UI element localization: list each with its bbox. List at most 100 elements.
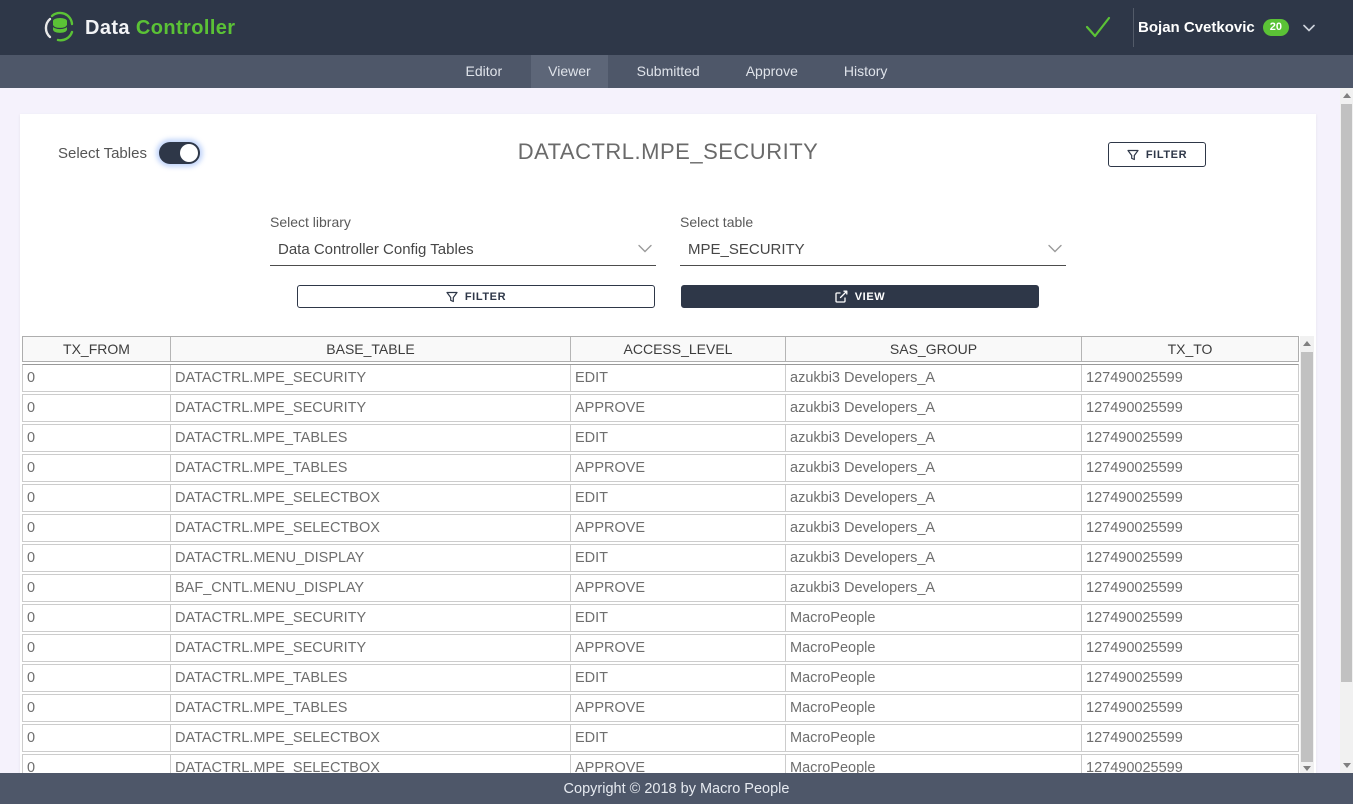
table-cell[interactable]: 0 [23,425,171,451]
column-header-access-level[interactable]: ACCESS_LEVEL [571,337,786,361]
table-cell[interactable]: 127490025599 [1082,605,1298,631]
table-cell[interactable]: 0 [23,755,171,775]
page-scrollbar-thumb[interactable] [1341,104,1352,682]
table-cell[interactable]: DATACTRL.MPE_SELECTBOX [171,755,571,775]
table-cell[interactable]: azukbi3 Developers_A [786,545,1082,571]
table-cell[interactable]: azukbi3 Developers_A [786,485,1082,511]
table-cell[interactable]: 0 [23,605,171,631]
user-menu[interactable]: Bojan Cvetkovic 20 [1138,0,1315,55]
table-select[interactable]: MPE_SECURITY [680,239,1066,266]
table-cell[interactable]: DATACTRL.MPE_SECURITY [171,365,571,391]
funnel-icon [1127,149,1139,161]
table-cell[interactable]: APPROVE [571,635,786,661]
table-cell[interactable]: EDIT [571,485,786,511]
table-cell[interactable]: azukbi3 Developers_A [786,395,1082,421]
table-cell[interactable]: 127490025599 [1082,425,1298,451]
table-cell[interactable]: 127490025599 [1082,665,1298,691]
table-cell[interactable]: EDIT [571,545,786,571]
scroll-up-icon[interactable] [1340,88,1353,103]
table-cell[interactable]: 127490025599 [1082,695,1298,721]
table-cell[interactable]: MacroPeople [786,695,1082,721]
filter-button-top[interactable]: FILTER [1108,142,1206,167]
table-cell[interactable]: 0 [23,575,171,601]
table-cell[interactable]: MacroPeople [786,725,1082,751]
table-select-field: Select table MPE_SECURITY [680,214,1066,266]
column-header-tx-to[interactable]: TX_TO [1082,337,1298,361]
table-cell[interactable]: EDIT [571,725,786,751]
table-cell[interactable]: azukbi3 Developers_A [786,365,1082,391]
table-cell[interactable]: MacroPeople [786,635,1082,661]
table-cell[interactable]: 127490025599 [1082,455,1298,481]
table-cell[interactable]: 127490025599 [1082,365,1298,391]
column-header-tx-from[interactable]: TX_FROM [23,337,171,361]
table-cell[interactable]: 127490025599 [1082,395,1298,421]
table-cell[interactable]: DATACTRL.MPE_SELECTBOX [171,485,571,511]
table-cell[interactable]: 0 [23,545,171,571]
table-cell[interactable]: APPROVE [571,455,786,481]
table-cell[interactable]: MacroPeople [786,605,1082,631]
table-cell[interactable]: 127490025599 [1082,485,1298,511]
database-logo-icon [44,11,76,45]
table-cell[interactable]: 0 [23,695,171,721]
table-cell[interactable]: DATACTRL.MPE_SELECTBOX [171,725,571,751]
table-cell[interactable]: DATACTRL.MPE_SECURITY [171,395,571,421]
table-cell[interactable]: DATACTRL.MPE_SECURITY [171,635,571,661]
grid-header-row: TX_FROM BASE_TABLE ACCESS_LEVEL SAS_GROU… [22,336,1299,362]
column-header-sas-group[interactable]: SAS_GROUP [786,337,1082,361]
table-cell[interactable]: 0 [23,635,171,661]
app-logo[interactable]: Data Controller [44,11,235,45]
funnel-icon [446,291,458,303]
table-cell[interactable]: 127490025599 [1082,545,1298,571]
table-cell[interactable]: 127490025599 [1082,575,1298,601]
table-cell[interactable]: MacroPeople [786,665,1082,691]
table-cell[interactable]: 0 [23,365,171,391]
view-button[interactable]: VIEW [681,285,1039,308]
filter-button[interactable]: FILTER [297,285,655,308]
table-cell[interactable]: 0 [23,665,171,691]
tab-history[interactable]: History [827,55,905,88]
page-scrollbar[interactable] [1340,88,1353,773]
table-cell[interactable]: azukbi3 Developers_A [786,575,1082,601]
table-cell[interactable]: azukbi3 Developers_A [786,515,1082,541]
scroll-down-icon[interactable] [1340,758,1353,773]
scroll-up-icon[interactable] [1300,336,1314,350]
table-cell[interactable]: 0 [23,395,171,421]
table-cell[interactable]: 0 [23,515,171,541]
table-cell[interactable]: DATACTRL.MPE_SELECTBOX [171,515,571,541]
table-cell[interactable]: APPROVE [571,695,786,721]
table-cell[interactable]: DATACTRL.MPE_TABLES [171,455,571,481]
library-select[interactable]: Data Controller Config Tables [270,239,656,266]
table-cell[interactable]: APPROVE [571,575,786,601]
table-cell[interactable]: DATACTRL.MPE_TABLES [171,425,571,451]
table-cell[interactable]: EDIT [571,605,786,631]
table-scrollbar-thumb[interactable] [1301,352,1313,762]
table-cell[interactable]: 127490025599 [1082,755,1298,775]
grid-body: 0DATACTRL.MPE_SECURITYEDITazukbi3 Develo… [22,364,1299,775]
table-cell[interactable]: azukbi3 Developers_A [786,425,1082,451]
table-cell[interactable]: APPROVE [571,755,786,775]
tab-approve[interactable]: Approve [729,55,815,88]
tab-editor[interactable]: Editor [449,55,520,88]
table-cell[interactable]: BAF_CNTL.MENU_DISPLAY [171,575,571,601]
tab-viewer[interactable]: Viewer [531,55,608,88]
table-cell[interactable]: DATACTRL.MPE_TABLES [171,695,571,721]
table-cell[interactable]: azukbi3 Developers_A [786,455,1082,481]
table-cell[interactable]: EDIT [571,665,786,691]
table-scrollbar[interactable] [1300,336,1314,775]
table-cell[interactable]: DATACTRL.MPE_SECURITY [171,605,571,631]
table-cell[interactable]: APPROVE [571,515,786,541]
table-cell[interactable]: MacroPeople [786,755,1082,775]
table-cell[interactable]: DATACTRL.MPE_TABLES [171,665,571,691]
table-cell[interactable]: 127490025599 [1082,725,1298,751]
tab-submitted[interactable]: Submitted [620,55,717,88]
column-header-base-table[interactable]: BASE_TABLE [171,337,571,361]
table-cell[interactable]: 0 [23,455,171,481]
table-cell[interactable]: 127490025599 [1082,635,1298,661]
table-cell[interactable]: DATACTRL.MENU_DISPLAY [171,545,571,571]
table-cell[interactable]: 0 [23,725,171,751]
table-cell[interactable]: 127490025599 [1082,515,1298,541]
table-cell[interactable]: EDIT [571,365,786,391]
table-cell[interactable]: EDIT [571,425,786,451]
table-cell[interactable]: 0 [23,485,171,511]
table-cell[interactable]: APPROVE [571,395,786,421]
